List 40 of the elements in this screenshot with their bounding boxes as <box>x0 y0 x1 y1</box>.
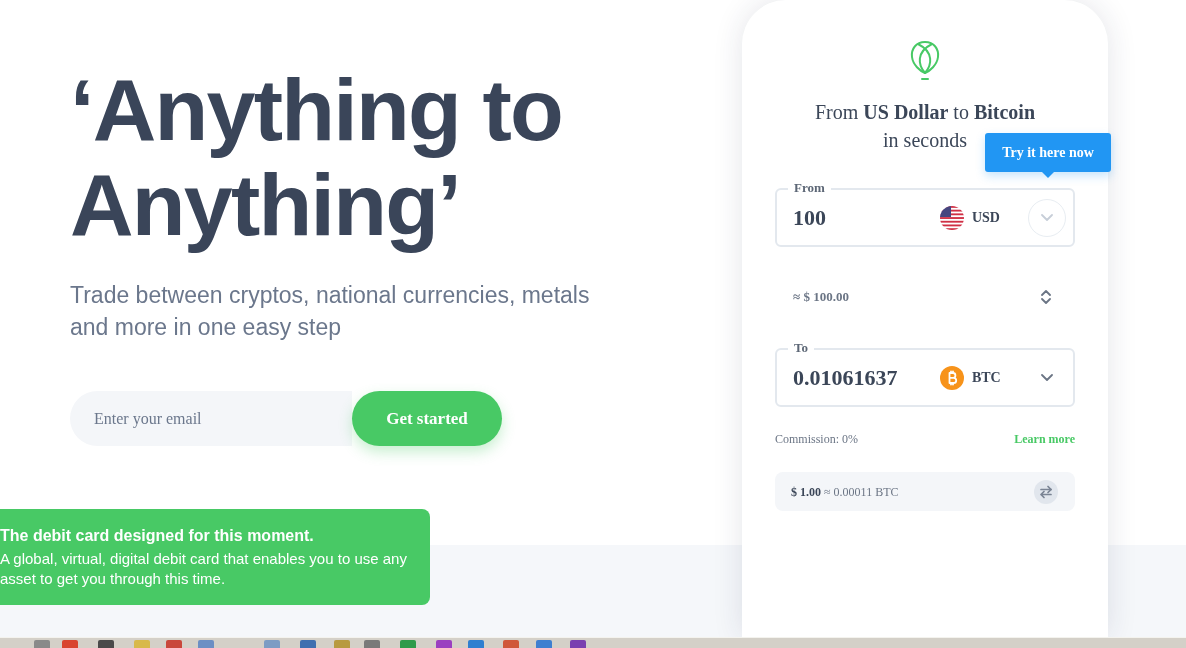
flag-icon <box>939 205 964 230</box>
tooltip-pointer <box>1042 172 1054 178</box>
taskbar-icon[interactable] <box>364 640 380 648</box>
taskbar-icon[interactable] <box>34 640 50 648</box>
taskbar-icon[interactable] <box>400 640 416 648</box>
taskbar-icon[interactable] <box>166 640 182 648</box>
taskbar-icon[interactable] <box>536 640 552 648</box>
converter-heading: in seconds <box>883 128 967 153</box>
promo-text: A global, virtual, digital debit card that enables you to use any asset to get you through this time. <box>0 549 408 589</box>
chevron-down-icon <box>1041 214 1054 221</box>
up-down-chevron-icon[interactable] <box>1041 290 1051 304</box>
currency-dropdown[interactable] <box>1028 198 1066 237</box>
currency-code: USD <box>971 209 1000 227</box>
tooltip: Try it here now <box>985 133 1111 172</box>
amount-value[interactable]: 100 <box>793 201 940 234</box>
rate-text: $ 1.00 ≈ 0.00011 BTC <box>791 483 899 501</box>
taskbar-icon[interactable] <box>570 640 586 648</box>
promo-title: The debit card designed for this moment. <box>0 526 315 546</box>
swap-icon[interactable] <box>1034 479 1058 504</box>
converter-heading: From US Dollar to Bitcoin <box>815 100 1035 125</box>
taskbar-icon[interactable] <box>98 640 114 648</box>
taskbar-icon[interactable] <box>436 640 452 648</box>
logo-icon <box>909 40 941 81</box>
taskbar-icon[interactable] <box>62 640 78 648</box>
currency-code: BTC <box>971 369 1001 387</box>
estimate-text: ≈ $ 100.00 <box>793 288 849 307</box>
subtitle: Trade between cryptos, national currencies, metals and more in one easy step <box>70 281 591 342</box>
taskbar-icon[interactable] <box>468 640 484 648</box>
email-field[interactable]: Enter your email <box>70 391 352 446</box>
taskbar-icon[interactable] <box>334 640 350 648</box>
taskbar-icon[interactable] <box>264 640 280 648</box>
taskbar-icon[interactable] <box>300 640 316 648</box>
amount-value[interactable]: 0.01061637 <box>793 361 940 394</box>
taskbar-icon[interactable] <box>198 640 214 648</box>
commission-text: Commission: 0% <box>775 431 858 448</box>
chevron-down-icon <box>1041 374 1054 381</box>
taskbar-icon[interactable] <box>134 640 150 648</box>
taskbar-icon[interactable] <box>503 640 519 648</box>
bitcoin-icon <box>939 365 964 390</box>
headline: ‘Anything to Anything’ <box>70 62 564 252</box>
